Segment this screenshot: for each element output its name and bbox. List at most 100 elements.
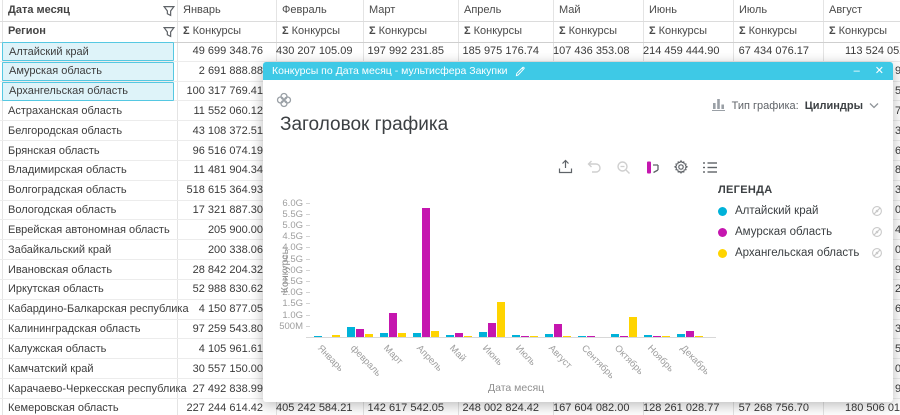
measure-header[interactable]: ΣКонкурсы <box>559 25 617 37</box>
legend-item[interactable]: Алтайский край <box>718 205 883 217</box>
cell-value: 185 975 176.74 <box>458 45 539 57</box>
bar-yellow-1[interactable] <box>365 334 373 337</box>
month-column-header[interactable]: Июнь <box>649 4 677 16</box>
y-tick-mark <box>306 326 310 327</box>
gear-icon[interactable] <box>672 158 690 176</box>
export-icon[interactable] <box>556 158 574 176</box>
bar-cyan-11[interactable] <box>677 334 685 337</box>
cell-value-edge-fragment: 7 <box>895 105 900 117</box>
zoom-out-icon[interactable] <box>614 158 632 176</box>
bar-cyan-9[interactable] <box>611 334 619 337</box>
bar-cyan-0[interactable] <box>314 336 322 337</box>
bar-cyan-1[interactable] <box>347 327 355 337</box>
bar-cyan-5[interactable] <box>479 332 487 337</box>
measure-header[interactable]: ΣКонкурсы <box>369 25 427 37</box>
month-column-header[interactable]: Март <box>369 4 395 16</box>
cell-value-august-partial: 180 506 01 <box>845 402 900 414</box>
minimize-button[interactable]: – <box>854 66 860 77</box>
month-column-header[interactable]: Август <box>829 4 862 16</box>
x-tick-label: Апрель <box>414 343 444 374</box>
bar-drill-icon[interactable] <box>643 158 661 176</box>
bar-magenta-4[interactable] <box>455 333 463 337</box>
bar-yellow-9[interactable] <box>629 317 637 337</box>
chart-type-label: Тип графика: <box>732 100 799 112</box>
bar-yellow-7[interactable] <box>563 336 571 337</box>
undo-icon[interactable] <box>585 158 603 176</box>
chart-window-titlebar[interactable]: Конкурсы по Дата месяц - мультисфера Зак… <box>263 62 893 80</box>
cell-value-january: 4 105 961.61 <box>177 343 263 355</box>
measure-header[interactable]: ΣКонкурсы <box>183 25 241 37</box>
bar-cyan-2[interactable] <box>380 333 388 337</box>
y-tick-label: 1.5G <box>273 298 303 309</box>
bar-magenta-11[interactable] <box>686 331 694 337</box>
bar-yellow-0[interactable] <box>332 335 340 337</box>
bar-magenta-5[interactable] <box>488 323 496 337</box>
bar-magenta-6[interactable] <box>521 336 529 337</box>
date-month-header[interactable]: Дата месяц <box>8 4 70 16</box>
bar-magenta-2[interactable] <box>389 313 397 337</box>
legend-item[interactable]: Амурская область <box>718 226 883 238</box>
bar-cyan-8[interactable] <box>578 336 586 337</box>
cell-value-january: 49 699 348.76 <box>177 45 263 57</box>
visibility-eye-icon[interactable] <box>871 247 883 259</box>
region-header[interactable]: Регион <box>8 25 46 37</box>
bar-cyan-4[interactable] <box>446 335 454 337</box>
bar-cyan-7[interactable] <box>545 334 553 337</box>
measure-header[interactable]: ΣКонкурсы <box>282 25 340 37</box>
month-column-header[interactable]: Январь <box>183 4 221 16</box>
measure-header[interactable]: ΣКонкурсы <box>829 25 887 37</box>
bar-magenta-1[interactable] <box>356 329 364 337</box>
cell-value: 214 459 444.90 <box>643 45 719 57</box>
bar-yellow-10[interactable] <box>662 336 670 337</box>
selected-region-cell[interactable]: Амурская область <box>2 62 174 81</box>
measure-header[interactable]: ΣКонкурсы <box>464 25 522 37</box>
bar-yellow-11[interactable] <box>695 336 703 337</box>
bar-cyan-3[interactable] <box>413 333 421 337</box>
bar-yellow-3[interactable] <box>431 331 439 337</box>
bar-yellow-5[interactable] <box>497 302 505 337</box>
y-tick-label: 2.0G <box>273 287 303 298</box>
bar-magenta-9[interactable] <box>620 336 628 337</box>
bar-cyan-6[interactable] <box>512 335 520 337</box>
bar-yellow-6[interactable] <box>530 336 538 337</box>
app-screen: Дата месяц Январь Февраль Март Апрель Май Июнь… <box>0 0 900 415</box>
bar-magenta-10[interactable] <box>653 336 661 337</box>
legend-list-icon[interactable] <box>701 158 719 176</box>
region-name: Карачаево-Черкесская республика <box>8 383 187 395</box>
bar-yellow-2[interactable] <box>398 333 406 337</box>
selected-region-cell[interactable]: Архангельская область <box>2 82 174 101</box>
region-name: Ивановская область <box>8 264 112 276</box>
month-column-header[interactable]: Июль <box>739 4 767 16</box>
filter-icon[interactable] <box>163 4 175 22</box>
visibility-eye-icon[interactable] <box>871 205 883 217</box>
y-tick-label: 4.5G <box>273 231 303 242</box>
region-name: Еврейская автономная область <box>8 224 170 236</box>
multisphere-icon[interactable] <box>276 92 292 108</box>
measure-header[interactable]: ΣКонкурсы <box>649 25 707 37</box>
region-name: Амурская область <box>9 65 102 77</box>
close-button[interactable]: ✕ <box>875 66 884 77</box>
bar-magenta-7[interactable] <box>554 324 562 337</box>
region-name: Белгородская область <box>8 125 122 137</box>
measure-header[interactable]: ΣКонкурсы <box>739 25 797 37</box>
month-column-header[interactable]: Май <box>559 4 581 16</box>
table-row[interactable]: Алтайский край49 699 348.76430 207 105.0… <box>0 42 900 62</box>
bar-magenta-3[interactable] <box>422 208 430 337</box>
month-column-header[interactable]: Апрель <box>464 4 501 16</box>
month-column-header[interactable]: Февраль <box>282 4 327 16</box>
cell-value-january: 518 615 364.93 <box>177 184 263 196</box>
edit-title-icon[interactable] <box>515 66 526 77</box>
selected-region-cell[interactable]: Алтайский край <box>2 42 174 61</box>
bar-yellow-4[interactable] <box>464 336 472 337</box>
sigma-icon: Σ <box>739 25 746 37</box>
bar-cyan-10[interactable] <box>644 335 652 337</box>
sigma-icon: Σ <box>829 25 836 37</box>
visibility-eye-icon[interactable] <box>871 226 883 238</box>
legend-item[interactable]: Архангельская область <box>718 247 883 259</box>
region-name: Иркутская область <box>8 283 104 295</box>
chart-type-selector[interactable]: Тип графика: Цилиндры <box>712 98 879 114</box>
filter-icon[interactable] <box>163 25 175 43</box>
bar-magenta-8[interactable] <box>587 336 595 337</box>
cell-value-edge-fragment: 5 <box>895 343 900 355</box>
y-tick-mark <box>306 247 310 248</box>
